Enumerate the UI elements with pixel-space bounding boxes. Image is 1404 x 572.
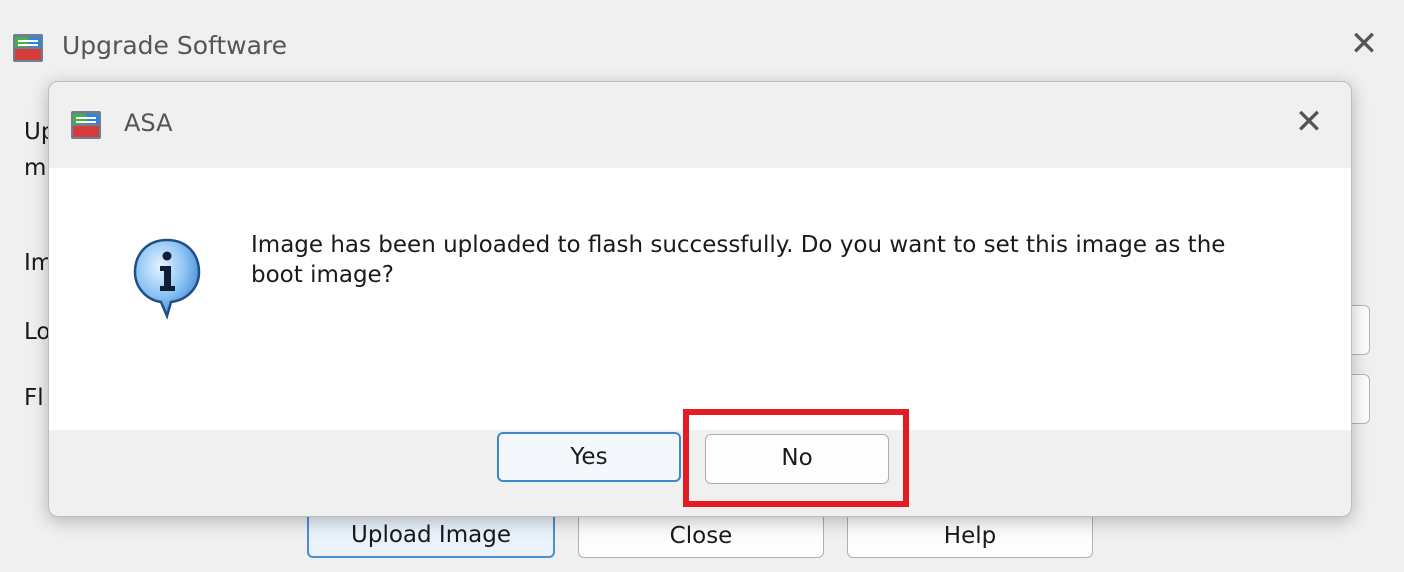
dialog-app-icon <box>71 111 101 139</box>
close-button[interactable]: Close <box>578 512 824 558</box>
dialog-title: ASA <box>124 109 173 137</box>
app-icon <box>13 34 43 62</box>
local-label-fragment: Lo <box>24 319 51 345</box>
dialog-message: Image has been uploaded to flash success… <box>251 232 1226 288</box>
highlight-box <box>683 409 909 507</box>
info-icon <box>133 238 201 320</box>
window-titlebar: Upgrade Software ✕ <box>0 0 1404 90</box>
help-button[interactable]: Help <box>847 512 1093 558</box>
yes-button[interactable]: Yes <box>497 432 681 482</box>
dialog-body: Image has been uploaded to flash success… <box>49 168 1351 430</box>
flash-label-fragment: Fl <box>24 385 44 411</box>
upload-image-button[interactable]: Upload Image <box>307 512 555 558</box>
window-title: Upgrade Software <box>62 31 288 60</box>
dialog-close-icon[interactable]: ✕ <box>1291 104 1327 140</box>
window-close-icon[interactable]: ✕ <box>1346 26 1382 62</box>
